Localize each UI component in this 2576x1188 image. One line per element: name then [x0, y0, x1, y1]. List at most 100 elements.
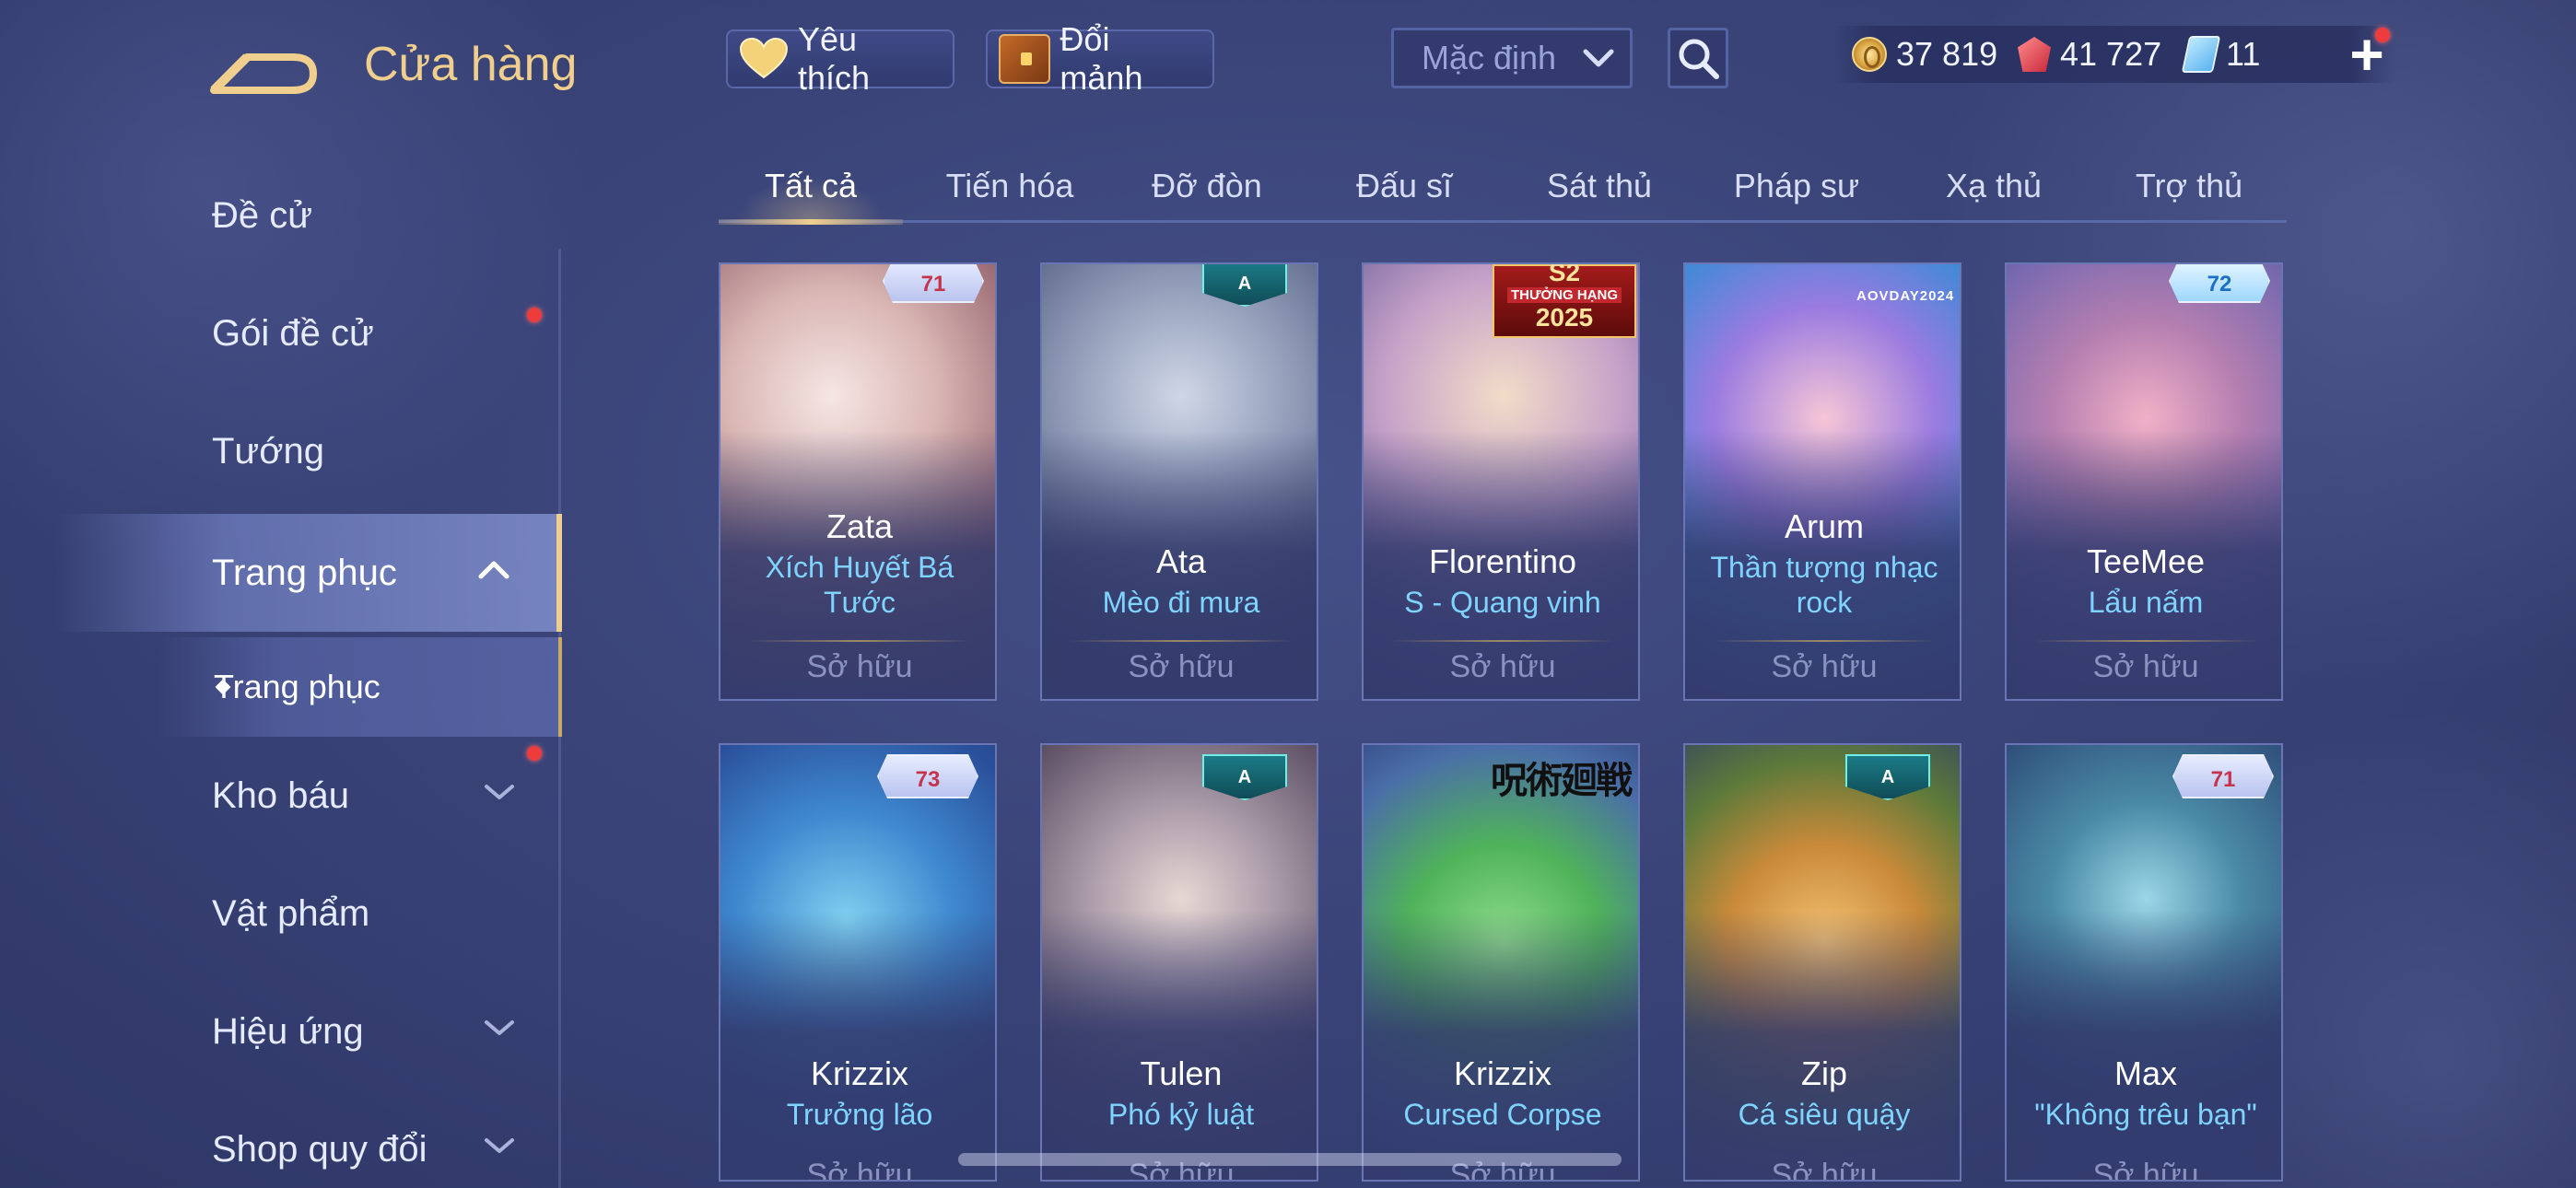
- sidebar-item-label: Gói đề cử: [212, 312, 374, 354]
- skin-name: Xích Huyết Bá Tước: [765, 551, 954, 619]
- skin-name: Cá siêu quậy: [1738, 1098, 1911, 1131]
- notification-dot: [527, 746, 542, 761]
- hero-name: Max: [2113, 1054, 2177, 1092]
- ownership-status: Sở hữu: [1771, 1158, 1878, 1182]
- badge-year: 2025: [1535, 303, 1594, 332]
- skin-card[interactable]: 71 Max "Không trêu bạn" Sở hữu: [2005, 743, 2283, 1182]
- tab-fighter[interactable]: Đấu sĩ: [1312, 147, 1496, 225]
- skin-card[interactable]: 72 TeeMee Lẩu nấm Sở hữu: [2005, 262, 2283, 701]
- tab-label: Xạ thủ: [1945, 167, 2043, 204]
- badge-grade: A: [1237, 767, 1252, 787]
- hero-name: Ata: [1155, 542, 1207, 580]
- ownership-status: Sở hữu: [806, 649, 913, 684]
- mission-tier-badge: 71: [2172, 754, 2274, 798]
- gold-currency: 37 819: [1852, 35, 1997, 74]
- skin-name: Thần tượng nhạc rock: [1710, 551, 1938, 619]
- sidebar-item-items[interactable]: Vật phẩm: [0, 855, 562, 973]
- sidebar-item-label: Trang phục: [212, 552, 397, 593]
- skin-name: Trưởng lão: [786, 1098, 933, 1131]
- collab-logo-badge: 呪術廻戦: [1491, 761, 1633, 801]
- tab-mage[interactable]: Pháp sư: [1704, 147, 1889, 225]
- heart-icon: [739, 38, 788, 79]
- voucher-amount: 11: [2226, 35, 2261, 73]
- card-shade: [720, 911, 995, 1180]
- page-title: Cửa hàng: [364, 38, 578, 91]
- ownership-status: Sở hữu: [2092, 1158, 2199, 1182]
- currency-bar: 37 819 41 727 11: [1833, 26, 2395, 83]
- sidebar-item-treasure[interactable]: Kho báu: [0, 737, 562, 855]
- hero-name: Tulen: [1140, 1054, 1223, 1092]
- notification-dot: [527, 308, 542, 322]
- ownership-status: Sở hữu: [1449, 649, 1556, 684]
- skin-card[interactable]: A Zip Cá siêu quậy Sở hữu: [1683, 743, 1961, 1182]
- exchange-label: Đổi mảnh: [1060, 20, 1143, 97]
- ownership-status: Sở hữu: [1128, 649, 1235, 684]
- season-rank-badge: S2 THƯỞNG HẠNG 2025: [1493, 264, 1636, 338]
- chevron-down-icon: [485, 785, 514, 799]
- tab-support[interactable]: Trợ thủ: [2097, 147, 2281, 225]
- sidebar-item-recommended[interactable]: Đề cử: [0, 157, 562, 274]
- ownership-status: Sở hữu: [2092, 649, 2199, 684]
- voucher-icon: [2181, 36, 2221, 73]
- skin-card[interactable]: A Tulen Phó kỷ luật Sở hữu: [1040, 743, 1318, 1182]
- sidebar-item-label: Kho báu: [212, 775, 350, 816]
- chevron-down-icon: [1583, 49, 1614, 67]
- skin-card[interactable]: 73 Krizzix Trưởng lão Sở hữu: [719, 743, 997, 1182]
- card-divider: [1713, 640, 1936, 642]
- tab-evolution[interactable]: Tiến hóa: [918, 147, 1102, 225]
- sidebar-item-label: Đề cử: [212, 194, 313, 236]
- skin-card[interactable]: AOVDAY2024 Arum Thần tượng nhạc rock Sở …: [1683, 262, 1961, 701]
- card-divider: [1391, 640, 1614, 642]
- sidebar-subitem-skins[interactable]: Trang phục: [157, 637, 562, 737]
- mission-tier-badge: 73: [877, 754, 978, 798]
- skin-card[interactable]: A Ata Mèo đi mưa Sở hữu: [1040, 262, 1318, 701]
- chevron-up-icon: [478, 561, 509, 579]
- skin-card[interactable]: S2 THƯỞNG HẠNG 2025 Florentino S - Quang…: [1362, 262, 1640, 701]
- skin-name: Cursed Corpse: [1403, 1098, 1602, 1131]
- card-shade: [2007, 911, 2281, 1180]
- sidebar-item-skins[interactable]: Trang phục: [0, 514, 562, 632]
- sidebar-item-label: Hiệu ứng: [212, 1010, 364, 1052]
- exchange-fragments-button[interactable]: Đổi mảnh: [986, 20, 1214, 97]
- sidebar-item-exchange-shop[interactable]: Shop quy đổi: [0, 1090, 562, 1188]
- card-shade: [1042, 911, 1317, 1180]
- back-arrow-icon[interactable]: [210, 37, 319, 96]
- tab-label: Đấu sĩ: [1355, 167, 1453, 204]
- ruby-amount: 41 727: [2060, 35, 2162, 73]
- badge-rank-text: THƯỞNG HẠNG: [1506, 287, 1622, 303]
- card-divider: [1070, 640, 1293, 642]
- favorites-button[interactable]: Yêu thích: [726, 20, 954, 97]
- sidebar-item-effects[interactable]: Hiệu ứng: [0, 973, 562, 1090]
- skin-name: S - Quang vinh: [1404, 586, 1601, 619]
- sidebar-item-heroes[interactable]: Tướng: [0, 392, 562, 510]
- badge-grade: A: [1237, 274, 1252, 294]
- gold-amount: 37 819: [1896, 35, 1998, 73]
- role-filter-tabs: Tất cả Tiến hóa Đỡ đòn Đấu sĩ Sát thủ Ph…: [719, 147, 2287, 225]
- sidebar-item-recommended-packs[interactable]: Gói đề cử: [0, 274, 562, 392]
- card-shade: [1364, 911, 1638, 1180]
- hero-name: Zata: [825, 507, 894, 545]
- sidebar-item-label: Tướng: [212, 430, 324, 472]
- skin-card[interactable]: 呪術廻戦 Krizzix Cursed Corpse Sở hữu: [1362, 743, 1640, 1182]
- sidebar-item-label: Vật phẩm: [212, 892, 370, 934]
- tab-all[interactable]: Tất cả: [719, 147, 903, 225]
- chevron-down-icon: [485, 1020, 514, 1035]
- tab-marksman[interactable]: Xạ thủ: [1902, 147, 2086, 225]
- tab-label: Pháp sư: [1733, 167, 1860, 204]
- tab-tank[interactable]: Đỡ đòn: [1115, 147, 1299, 225]
- mission-tier-badge: 72: [2169, 264, 2270, 303]
- tab-label: Tất cả: [764, 167, 858, 204]
- tab-label: Đỡ đòn: [1152, 167, 1262, 204]
- tab-assassin[interactable]: Sát thủ: [1507, 147, 1692, 225]
- chevron-down-icon: [485, 1138, 514, 1153]
- tab-label: Tiến hóa: [945, 167, 1074, 204]
- tab-label: Trợ thủ: [2135, 167, 2243, 204]
- skin-card[interactable]: 71 Zata Xích Huyết Bá Tước Sở hữu: [719, 262, 997, 701]
- card-shade: [1685, 911, 1960, 1180]
- search-button[interactable]: [1668, 28, 1728, 88]
- sort-dropdown[interactable]: Mặc định: [1391, 28, 1633, 88]
- skin-name: Phó kỷ luật: [1107, 1098, 1255, 1131]
- horizontal-scrollbar[interactable]: [958, 1153, 1622, 1166]
- hero-name: TeeMee: [2086, 542, 2206, 580]
- badge-season: S2: [1548, 262, 1581, 286]
